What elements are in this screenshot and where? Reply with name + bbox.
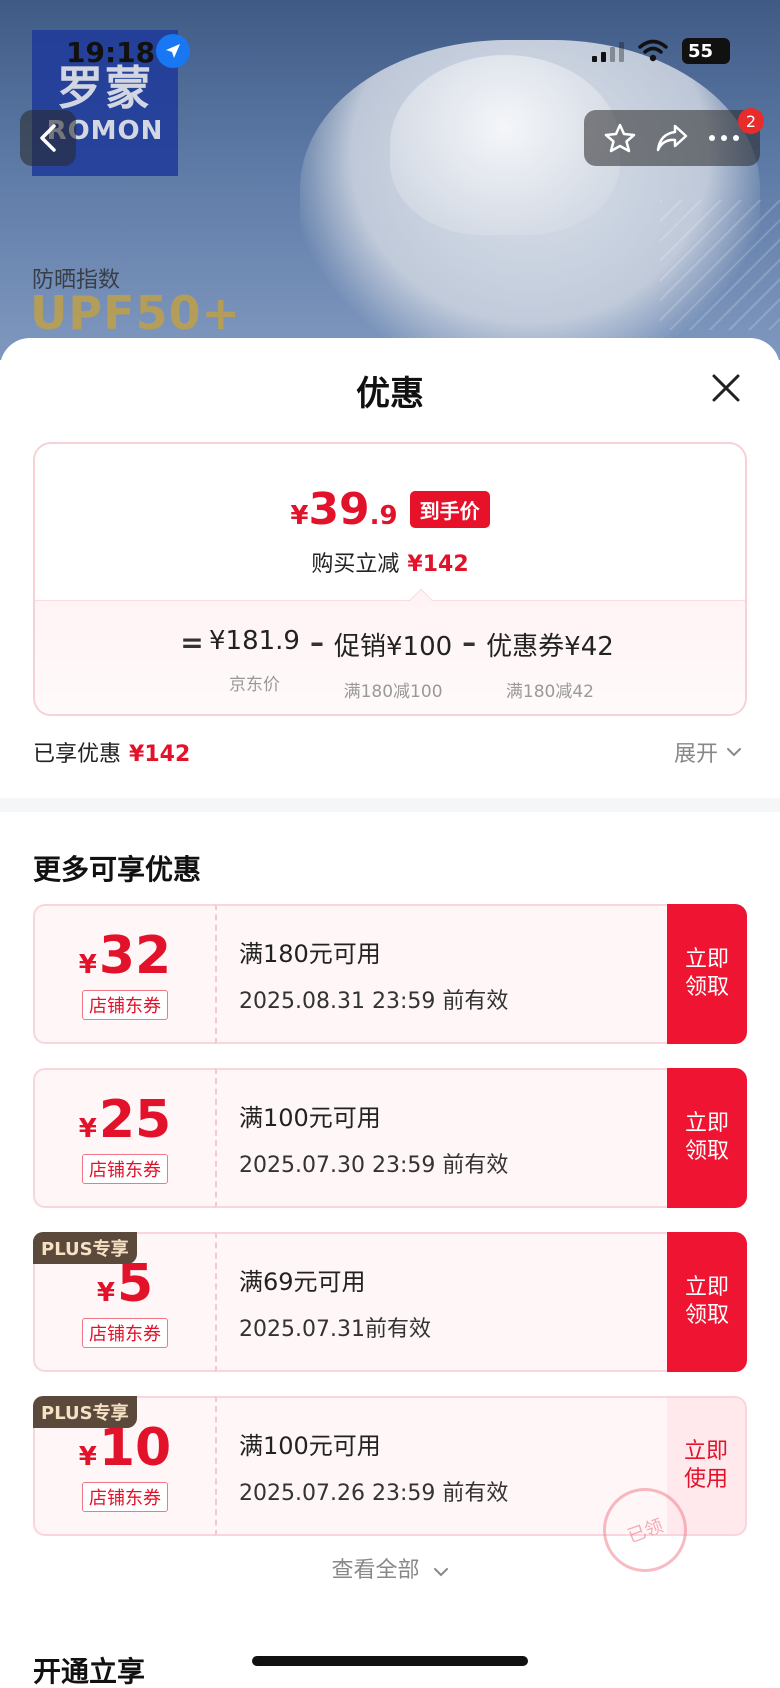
formula-term-coupon: 优惠券¥42 满180减42 <box>486 626 614 702</box>
plus-exclusive-badge: PLUS专享 <box>33 1396 137 1428</box>
coupon-value-panel: PLUS专享 ¥ 10 店铺东券 <box>33 1396 215 1536</box>
coupon-type-tag: 店铺东券 <box>82 1482 168 1512</box>
more-discounts-title: 更多可享优惠 <box>33 853 202 886</box>
section-divider <box>0 798 780 812</box>
wifi-icon <box>638 39 668 62</box>
coupon-amount-value: 25 <box>98 1090 172 1150</box>
signal-icon <box>592 40 624 62</box>
battery-indicator: 55 <box>682 38 730 64</box>
coupon-value-panel: ¥ 25 店铺东券 <box>33 1068 215 1208</box>
coupon-details: 满180元可用 2025.08.31 23:59 前有效 <box>215 904 667 1044</box>
coupon-condition: 满100元可用 <box>239 1431 381 1460</box>
formula-term-promotion: 促销¥100 满180减100 <box>334 626 452 702</box>
coupon-details: 满100元可用 2025.07.30 23:59 前有效 <box>215 1068 667 1208</box>
claim-coupon-button[interactable]: 立即 领取 <box>667 1232 747 1372</box>
membership-section-title: 开通立享 <box>33 1655 146 1688</box>
home-indicator <box>252 1656 528 1666</box>
upf-value: UPF50+ <box>30 286 242 340</box>
coupon-type-tag: 店铺东券 <box>82 1318 168 1348</box>
share-icon[interactable] <box>655 123 689 153</box>
coupon-currency: ¥ <box>78 1114 97 1144</box>
coupon-details: 满69元可用 2025.07.31前有效 <box>215 1232 667 1372</box>
coupon-card: PLUS专享 ¥ 5 店铺东券 满69元可用 2025.07.31前有效 立即领… <box>33 1232 747 1372</box>
price-formula: = ¥181.9 京东价 – 促销¥100 满180减100 – 优惠券¥42 … <box>175 626 614 702</box>
back-button[interactable] <box>20 110 76 166</box>
background-pattern <box>660 200 780 330</box>
expand-button[interactable]: 展开 <box>674 736 742 768</box>
term-subtitle: 京东价 <box>228 675 280 695</box>
coupon-expiry: 2025.07.31前有效 <box>239 1316 431 1342</box>
coupon-expiry: 2025.07.30 23:59 前有效 <box>239 1152 509 1178</box>
coupon-card: ¥ 25 店铺东券 满100元可用 2025.07.30 23:59 前有效 立… <box>33 1068 747 1208</box>
final-price-decimal: .9 <box>369 501 398 531</box>
purchase-reduction: 购买立减 ¥142 <box>35 546 745 578</box>
coupon-condition: 满180元可用 <box>239 939 381 968</box>
coupon-currency: ¥ <box>78 950 97 980</box>
reduction-label: 购买立减 <box>311 552 400 577</box>
coupon-type-tag: 店铺东券 <box>82 990 168 1020</box>
close-icon[interactable] <box>708 370 744 406</box>
reduction-amount: ¥142 <box>407 552 469 577</box>
coupon-amount: ¥ 25 <box>79 1092 171 1148</box>
coupon-amount: ¥ 5 <box>97 1256 153 1312</box>
coupon-value-panel: ¥ 32 店铺东券 <box>33 904 215 1044</box>
term-subtitle: 满180减42 <box>505 682 595 702</box>
coupon-condition: 满69元可用 <box>239 1267 366 1296</box>
star-icon[interactable] <box>604 122 636 154</box>
plus-exclusive-badge: PLUS专享 <box>33 1232 137 1264</box>
sheet-title: 优惠 <box>356 374 424 414</box>
enjoyed-discount: 已享优惠 ¥142 <box>33 736 190 768</box>
chevron-down-icon <box>433 1568 448 1577</box>
coupon-amount-value: 10 <box>98 1418 172 1478</box>
coupon-card: PLUS专享 ¥ 10 店铺东券 满100元可用 2025.07.26 23:5… <box>33 1396 747 1584</box>
coupon-type-tag: 店铺东券 <box>82 1154 168 1184</box>
coupon-details: 满100元可用 2025.07.26 23:59 前有效 <box>215 1396 667 1536</box>
claim-coupon-button[interactable]: 立即 领取 <box>667 904 747 1044</box>
coupon-amount: ¥ 32 <box>79 928 171 984</box>
coupon-amount: ¥ 10 <box>79 1420 171 1476</box>
final-price-tag: 到手价 <box>409 491 490 528</box>
term-value: 促销¥100 <box>333 632 453 662</box>
location-icon <box>156 34 190 68</box>
enjoyed-amount: ¥142 <box>129 742 191 767</box>
chevron-down-icon <box>727 748 742 757</box>
view-all-label: 查看全部 <box>331 1558 420 1583</box>
final-price-integer: 39 <box>308 484 370 535</box>
final-price-symbol: ¥ <box>290 501 309 531</box>
status-indicators: 55 <box>592 38 730 64</box>
status-time: 19:18 <box>66 36 156 69</box>
discount-sheet: 优惠 ¥ 39 .9 到手价 购买立减 ¥142 = ¥181.9 京东价 – 促… <box>0 338 780 1688</box>
coupon-amount-value: 32 <box>98 926 172 986</box>
term-value: 优惠券¥42 <box>486 632 614 662</box>
price-breakdown-card: ¥ 39 .9 到手价 购买立减 ¥142 = ¥181.9 京东价 – 促销¥1… <box>33 442 747 716</box>
claim-coupon-button[interactable]: 立即 领取 <box>667 1068 747 1208</box>
coupon-condition: 满100元可用 <box>239 1103 381 1132</box>
view-all-link[interactable]: 查看全部 <box>0 1552 780 1584</box>
top-action-group <box>584 110 760 166</box>
final-price: ¥ 39 .9 到手价 <box>35 484 745 535</box>
chevron-left-icon <box>40 124 56 152</box>
coupon-expiry: 2025.07.26 23:59 前有效 <box>239 1480 509 1506</box>
equals-sign: = <box>180 626 204 659</box>
enjoyed-label: 已享优惠 <box>33 742 122 767</box>
coupon-expiry: 2025.08.31 23:59 前有效 <box>239 988 509 1014</box>
more-icon[interactable] <box>708 133 740 143</box>
coupon-amount-value: 5 <box>116 1254 154 1314</box>
minus-sign: – <box>462 626 477 659</box>
formula-term-jd-price: ¥181.9 京东价 <box>209 626 300 695</box>
notification-badge: 2 <box>738 108 764 134</box>
coupon-value-panel: PLUS专享 ¥ 5 店铺东券 <box>33 1232 215 1372</box>
coupon-currency: ¥ <box>78 1442 97 1472</box>
minus-sign: – <box>309 626 324 659</box>
term-value: ¥181.9 <box>209 626 300 656</box>
term-subtitle: 满180减100 <box>343 682 443 702</box>
coupon-card: ¥ 32 店铺东券 满180元可用 2025.08.31 23:59 前有效 立… <box>33 904 747 1044</box>
expand-label: 展开 <box>674 742 719 767</box>
coupon-currency: ¥ <box>96 1278 115 1308</box>
